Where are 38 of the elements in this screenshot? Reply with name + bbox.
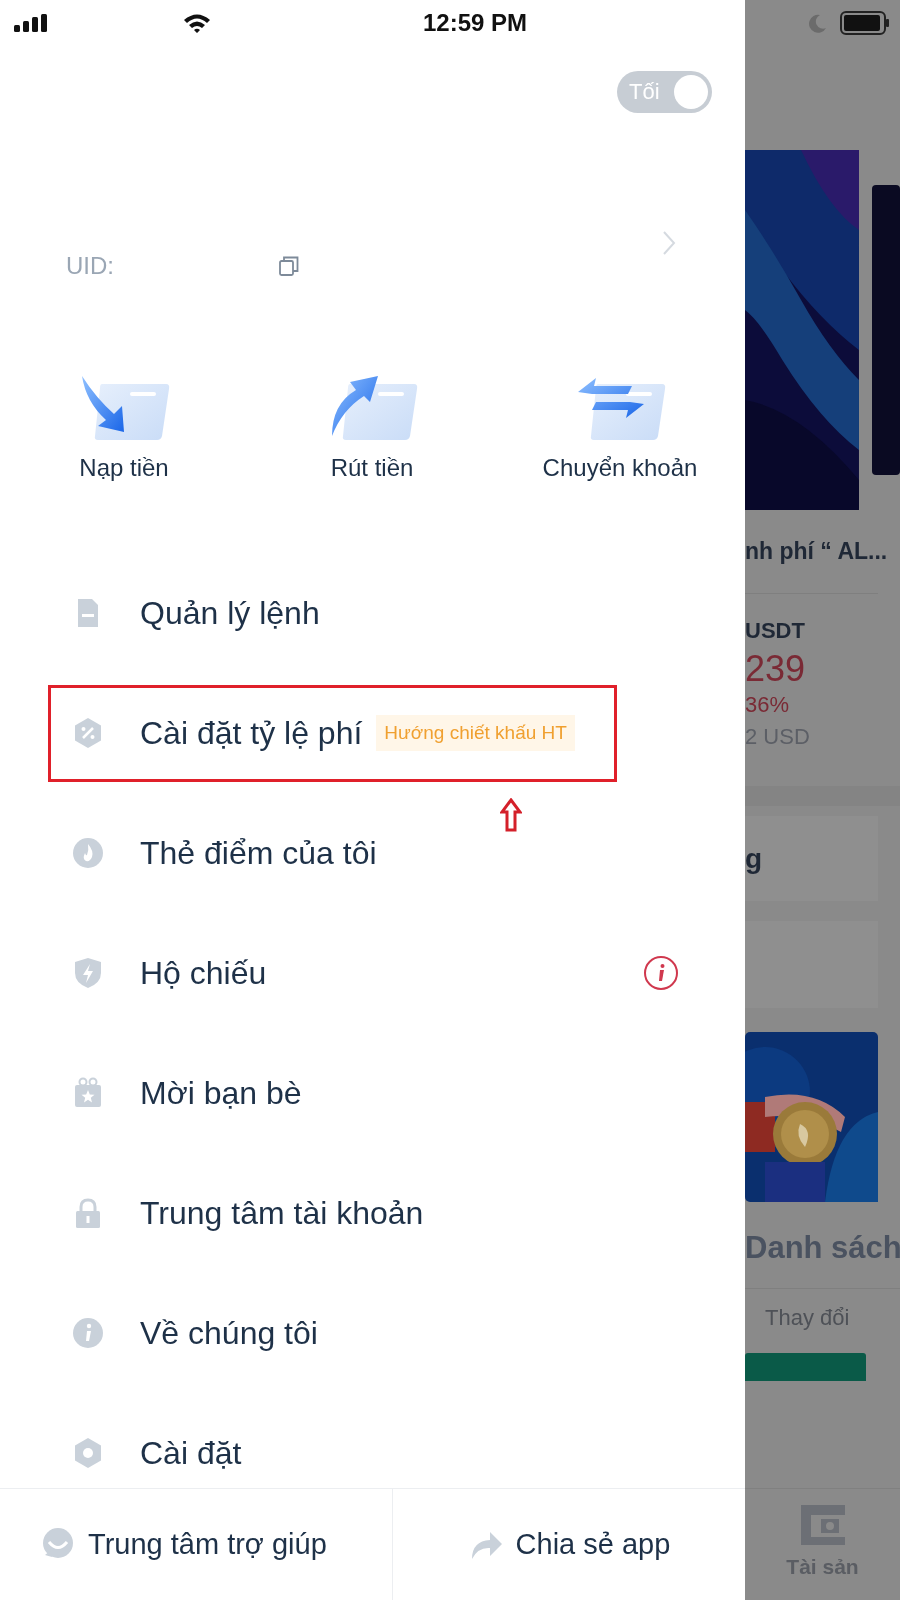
menu-item[interactable]: Hộ chiếu [140, 954, 267, 992]
market-pair: USDT [745, 618, 806, 644]
quick-action-button[interactable]: Rút tiền [248, 372, 496, 553]
section-title: Danh sách [745, 1230, 900, 1266]
menu-item[interactable]: Quản lý lệnh [140, 594, 320, 632]
moon-icon [808, 12, 828, 33]
uid-label: UID: [66, 252, 114, 280]
arrow-up-icon [500, 798, 522, 832]
info-alert-icon [643, 955, 679, 991]
menu-item[interactable]: Thẻ điểm của tôi [140, 834, 377, 872]
quick-action-button[interactable]: Chuyển khoản [496, 372, 744, 553]
gift-icon [72, 1077, 104, 1109]
status-time: 12:59 PM [423, 8, 528, 37]
signal-icon [14, 13, 48, 32]
wallet-icon[interactable] [800, 1505, 845, 1545]
discount-tag: Hướng chiết khấu HT [376, 715, 575, 751]
column-header: Thay đổi [764, 1305, 851, 1331]
battery-icon [840, 10, 890, 35]
market-price: 239 [745, 648, 807, 690]
menu-item[interactable]: Cài đặt [140, 1434, 242, 1472]
menu-item[interactable]: Về chúng tôi [140, 1314, 318, 1352]
feature-card[interactable] [745, 921, 878, 1008]
flame-icon [72, 837, 104, 869]
shield-icon [72, 957, 104, 989]
footer-button[interactable]: Chia sẻ app [393, 1489, 745, 1600]
menu-item[interactable]: Trung tâm tài khoản [140, 1194, 424, 1232]
menu-item[interactable]: Cài đặt tỷ lệ phí [140, 714, 363, 752]
settings-icon [72, 1437, 104, 1469]
banner-title: nh phí “ AL... [745, 538, 889, 565]
percent-icon [72, 717, 104, 749]
feature-card[interactable]: g [745, 816, 878, 901]
price-change: 36% [745, 692, 791, 718]
copy-icon[interactable] [278, 255, 300, 277]
info-icon [72, 1317, 104, 1349]
chevron-right-icon[interactable] [662, 230, 676, 256]
footer-button[interactable]: Trung tâm trợ giúp [0, 1489, 393, 1600]
menu-item[interactable]: Mời bạn bè [140, 1074, 302, 1112]
quick-action-button[interactable]: Nạp tiền [0, 372, 248, 553]
